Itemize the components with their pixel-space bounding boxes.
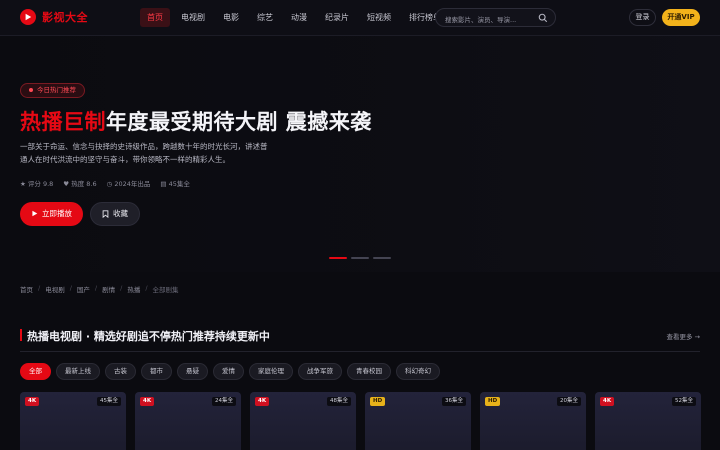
hero-title-highlight: 热播巨制	[20, 110, 106, 134]
breadcrumb-link[interactable]: 首页	[20, 284, 33, 294]
hero-badge: 今日热门推荐	[20, 83, 85, 98]
breadcrumb-separator: /	[120, 284, 123, 292]
carousel-indicators	[329, 257, 391, 259]
page: 影视大全 首页 电视剧 电影 综艺 动漫 纪录片 短视频 排行榜单 搜索影片、演员、导演...…	[0, 0, 720, 450]
breadcrumb-link[interactable]: 热播	[127, 284, 140, 294]
episode-count-badge: 52集全	[672, 397, 696, 406]
filter-chip[interactable]: 悬疑	[177, 363, 208, 380]
logo-text: 影视大全	[42, 11, 88, 24]
filter-chip[interactable]: 家庭伦理	[249, 363, 293, 380]
nav-item[interactable]: 综艺	[250, 8, 280, 27]
video-card[interactable]: 4K 45集全	[20, 392, 126, 450]
nav-item[interactable]: 电影	[216, 8, 246, 27]
filter-chip[interactable]: 都市	[141, 363, 172, 380]
nav-item[interactable]: 纪录片	[318, 8, 356, 27]
top-header: 影视大全 首页 电视剧 电影 综艺 动漫 纪录片 短视频 排行榜单 搜索影片、演员、导演...…	[0, 0, 720, 36]
breadcrumb-link[interactable]: 电视剧	[45, 284, 65, 294]
breadcrumb-separator: /	[145, 284, 148, 292]
hero-meta-item: ▤ 45集全	[160, 180, 190, 188]
hero-meta-item: ★ 评分 9.8	[20, 180, 54, 188]
badge-dot-icon	[29, 87, 33, 92]
breadcrumb: 首页 / 电视剧 / 国产 / 剧情 / 热播 / 全部剧集	[20, 284, 179, 294]
play-button-label: 立即播放	[42, 209, 72, 218]
hero-badge-label: 今日热门推荐	[37, 86, 76, 94]
video-card-list: 4K 45集全 4K 24集全 4K 48集全 HD 36集全 HD 20集全 4K 52集全	[20, 392, 701, 450]
video-card[interactable]: HD 36集全	[365, 392, 471, 450]
carousel-dot[interactable]	[329, 257, 347, 259]
episode-count-badge: 20集全	[557, 397, 581, 406]
bookmark-icon	[102, 209, 109, 218]
site-logo[interactable]: 影视大全	[20, 9, 88, 25]
hero-title-rest: 年度最受期待大剧 震撼来袭	[106, 110, 372, 134]
filter-chip[interactable]: 科幻奇幻	[396, 363, 440, 380]
vip-button[interactable]: 开通VIP	[662, 9, 700, 26]
breadcrumb-separator: /	[69, 284, 72, 292]
hero-title: 热播巨制年度最受期待大剧 震撼来袭	[20, 106, 372, 136]
search-input[interactable]: 搜索影片、演员、导演...	[445, 14, 516, 24]
hero-meta-item: ♥ 热度 8.6	[63, 180, 97, 188]
nav-item[interactable]: 动漫	[284, 8, 314, 27]
hero-banner: 今日热门推荐 热播巨制年度最受期待大剧 震撼来袭 一部关于命运、信念与抉择的史诗…	[0, 36, 720, 272]
nav-item[interactable]: 短视频	[360, 8, 398, 27]
video-card[interactable]: 4K 24集全	[135, 392, 241, 450]
section-divider	[20, 351, 700, 352]
play-button[interactable]: 立即播放	[20, 202, 83, 226]
episode-count-badge: 24集全	[212, 397, 236, 406]
hero-meta-item: ◷ 2024年出品	[106, 180, 151, 188]
nav-item[interactable]: 电视剧	[174, 8, 212, 27]
view-more-link[interactable]: 查看更多 →	[666, 331, 700, 341]
quality-badge: 4K	[600, 397, 615, 406]
breadcrumb-separator: /	[94, 284, 98, 292]
play-logo-icon	[20, 9, 36, 25]
breadcrumb-current: 全部剧集	[152, 286, 179, 294]
quality-badge: 4K	[255, 397, 270, 406]
quality-badge: 4K	[25, 397, 40, 406]
section-title: 热播电视剧 · 精选好剧追不停热门推荐持续更新中	[27, 330, 270, 343]
video-card[interactable]: 4K 48集全	[250, 392, 356, 450]
quality-badge: 4K	[140, 397, 155, 406]
search-icon[interactable]	[538, 13, 548, 23]
carousel-dot[interactable]	[351, 257, 369, 259]
filter-chip[interactable]: 爱情	[213, 363, 244, 380]
video-card[interactable]: HD 20集全	[480, 392, 586, 450]
breadcrumb-separator: /	[38, 284, 41, 292]
favorite-button-label: 收藏	[113, 209, 128, 218]
play-icon	[32, 210, 38, 217]
hero-description: 一部关于命运、信念与抉择的史诗级作品，跨越数十年的时光长河，讲述普通人在时代洪流…	[20, 142, 268, 164]
main-nav: 首页 电视剧 电影 综艺 动漫 纪录片 短视频 排行榜单	[140, 8, 448, 27]
login-button[interactable]: 登录	[629, 9, 656, 26]
hero-meta: ★ 评分 9.8 ♥ 热度 8.6 ◷ 2024年出品 ▤ 45集全	[20, 178, 190, 188]
filter-chip[interactable]: 最新上线	[56, 363, 100, 380]
filter-chip[interactable]: 青春校园	[347, 363, 391, 380]
carousel-dot[interactable]	[373, 257, 391, 259]
breadcrumb-link[interactable]: 剧情	[102, 284, 115, 294]
genre-filters: 全部 最新上线 古装 都市 悬疑 爱情 家庭伦理 战争军旅 青春校园 科幻奇幻	[20, 363, 440, 380]
favorite-button[interactable]: 收藏	[90, 202, 140, 226]
nav-item[interactable]: 首页	[140, 8, 170, 27]
filter-chip[interactable]: 战争军旅	[298, 363, 342, 380]
episode-count-badge: 36集全	[442, 397, 466, 406]
video-card[interactable]: 4K 52集全	[595, 392, 701, 450]
section-accent-bar	[20, 329, 22, 341]
search-box[interactable]: 搜索影片、演员、导演...	[435, 8, 556, 27]
episode-count-badge: 45集全	[97, 397, 121, 406]
quality-badge: HD	[485, 397, 501, 406]
filter-chip[interactable]: 古装	[105, 363, 136, 380]
quality-badge: HD	[370, 397, 386, 406]
episode-count-badge: 48集全	[327, 397, 351, 406]
filter-chip[interactable]: 全部	[20, 363, 51, 380]
breadcrumb-link[interactable]: 国产	[77, 284, 90, 294]
